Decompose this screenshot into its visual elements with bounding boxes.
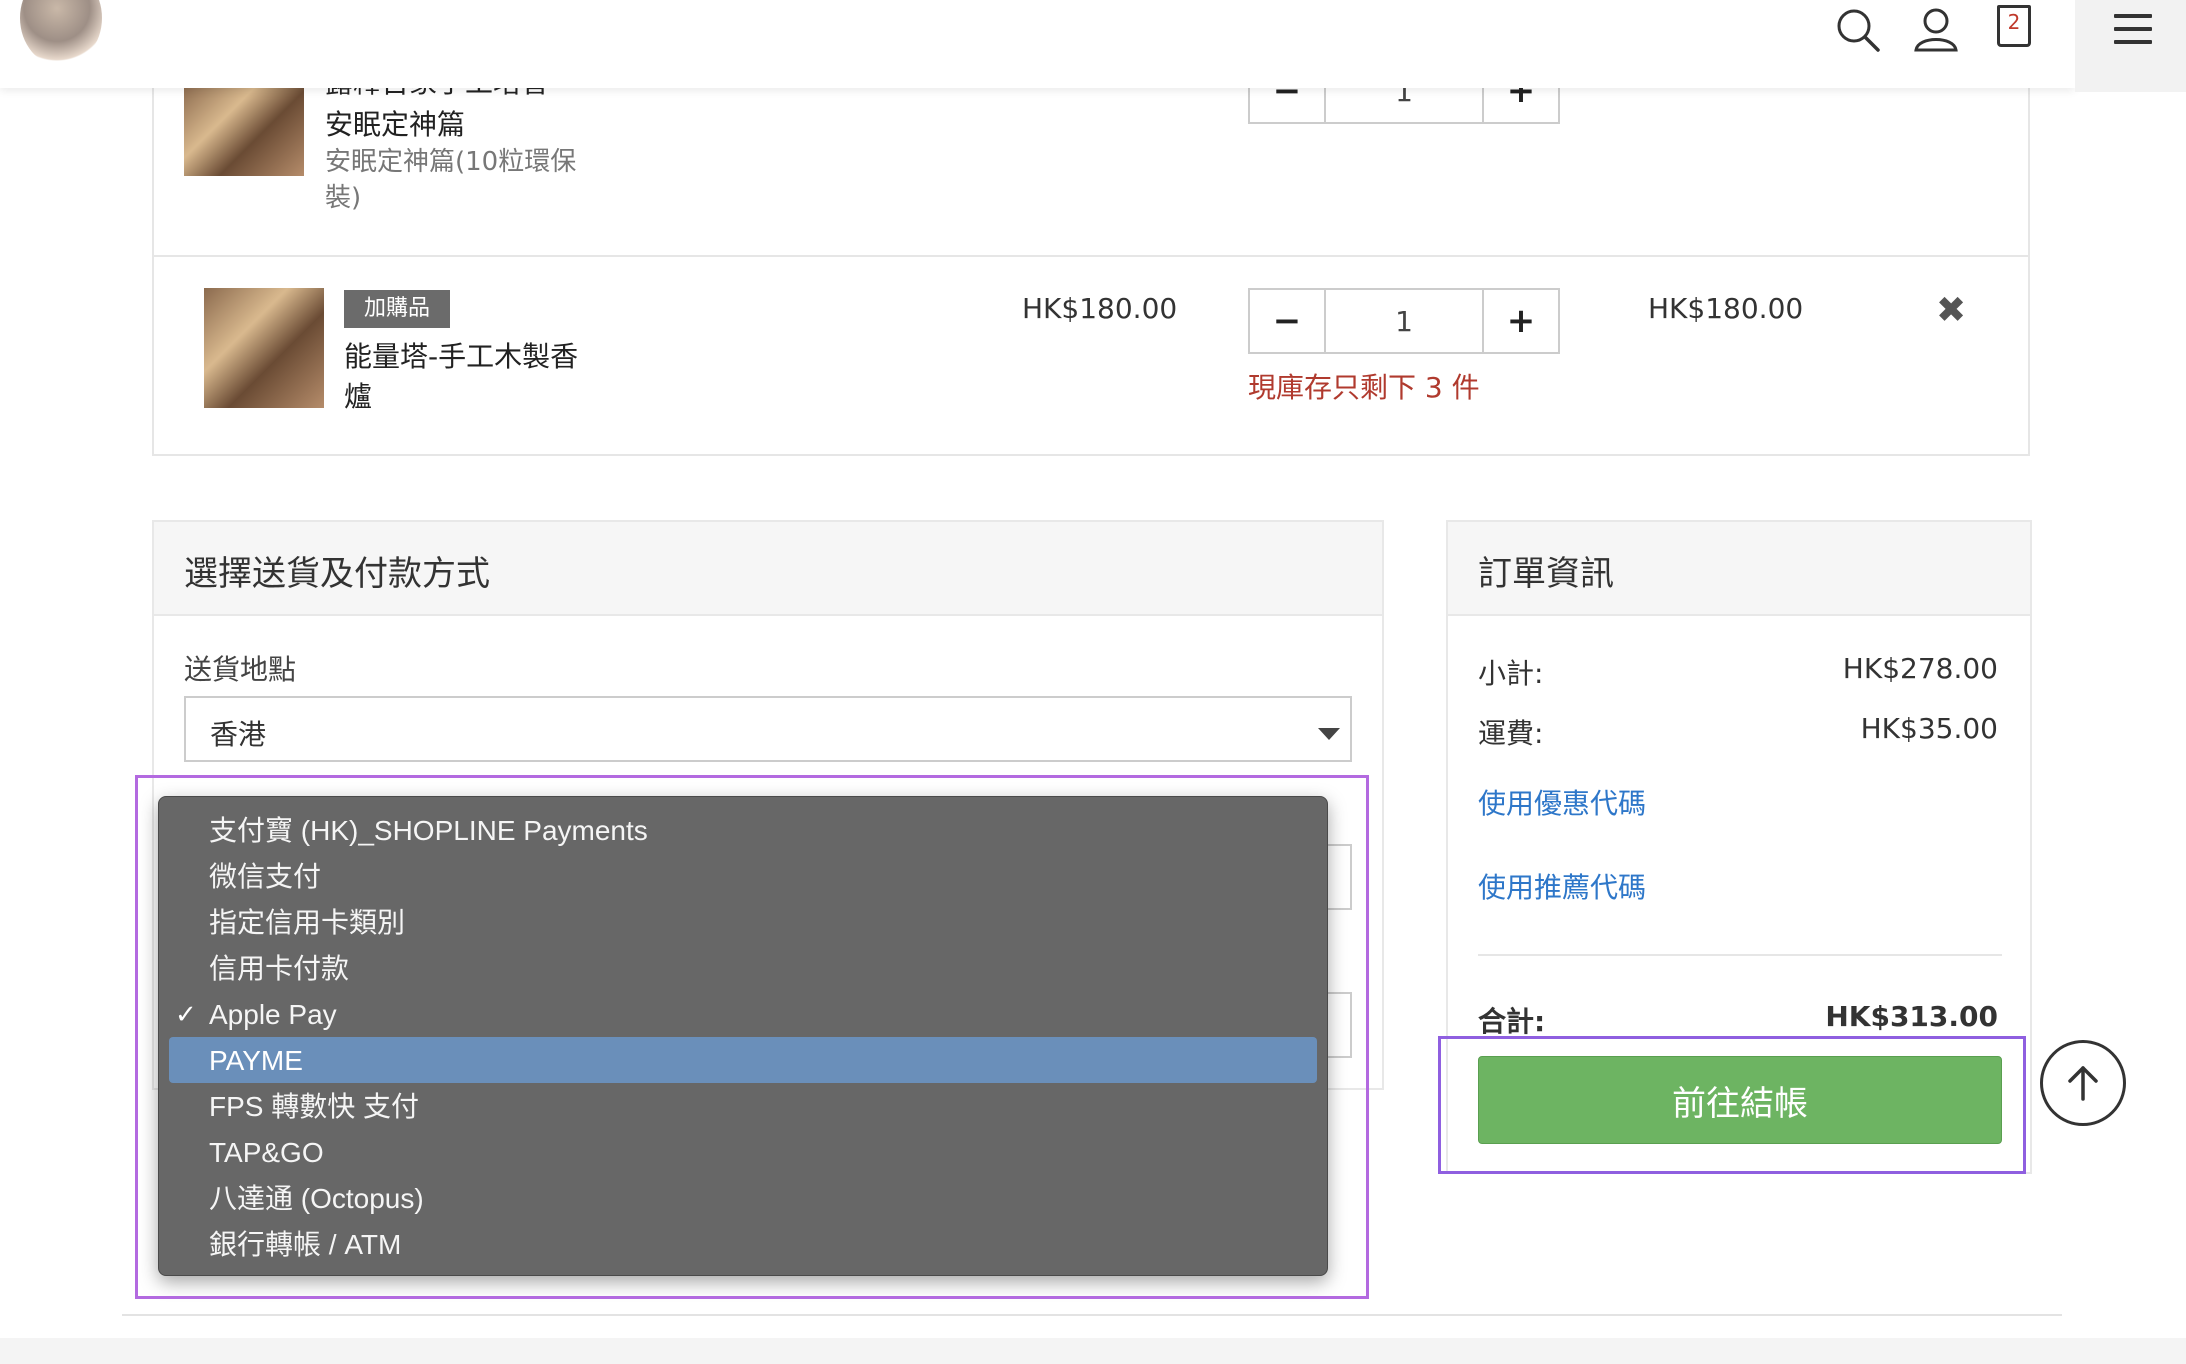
search-icon[interactable] bbox=[1834, 6, 1882, 54]
subtotal-label: 小計: bbox=[1478, 657, 1544, 690]
annotation-box-dropdown bbox=[135, 775, 1369, 1299]
stock-warning: 現庫存只剩下 3 件 bbox=[1248, 371, 1480, 404]
referral-code-link[interactable]: 使用推薦代碼 bbox=[1478, 866, 1646, 906]
product-thumbnail[interactable] bbox=[204, 288, 324, 408]
menu-icon[interactable] bbox=[2114, 14, 2152, 18]
footer-divider bbox=[122, 1314, 2062, 1316]
menu-icon-bar bbox=[2114, 40, 2152, 44]
chevron-down-icon bbox=[1318, 728, 1340, 740]
order-divider bbox=[1478, 954, 2002, 956]
unit-price: HK$180.00 bbox=[1022, 292, 1178, 325]
product-name[interactable]: 能量塔-手工木製香 bbox=[344, 338, 578, 375]
site-header bbox=[0, 0, 2075, 88]
destination-label: 送貨地點 bbox=[184, 653, 297, 686]
footer-band bbox=[0, 1338, 2186, 1364]
annotation-box-checkout bbox=[1438, 1036, 2026, 1174]
arrow-up-icon bbox=[2068, 1066, 2098, 1101]
destination-value: 香港 bbox=[210, 718, 267, 751]
product-variant: 安眠定神篇(10粒環保 bbox=[325, 147, 577, 177]
shipping-value: HK$35.00 bbox=[1860, 712, 1998, 745]
product-name-line2[interactable]: 爐 bbox=[344, 378, 372, 415]
remove-item-icon[interactable]: ✖ bbox=[1936, 290, 1966, 331]
quantity-value[interactable]: 1 bbox=[1324, 290, 1484, 352]
user-icon[interactable] bbox=[1912, 6, 1960, 54]
quantity-stepper: − 1 + bbox=[1248, 288, 1560, 354]
product-thumbnail[interactable] bbox=[184, 84, 304, 176]
total-value: HK$313.00 bbox=[1825, 1000, 1998, 1033]
total-label: 合計: bbox=[1478, 1005, 1546, 1038]
addon-tag: 加購品 bbox=[344, 290, 450, 328]
destination-select[interactable] bbox=[184, 696, 1352, 762]
product-variant-line2: 裝) bbox=[325, 183, 362, 213]
shipping-label: 運費: bbox=[1478, 717, 1544, 750]
back-to-top-button[interactable] bbox=[2040, 1040, 2126, 1126]
delivery-panel-title: 選擇送貨及付款方式 bbox=[184, 554, 490, 594]
increase-button[interactable]: + bbox=[1484, 290, 1558, 352]
decrease-button[interactable]: − bbox=[1250, 290, 1324, 352]
menu-icon-bar bbox=[2114, 27, 2152, 31]
cart-count-badge: 2 bbox=[2007, 10, 2021, 34]
product-name-line2[interactable]: 安眠定神篇 bbox=[325, 106, 465, 143]
item-subtotal: HK$180.00 bbox=[1648, 292, 1804, 325]
subtotal-value: HK$278.00 bbox=[1842, 652, 1998, 685]
coupon-code-link[interactable]: 使用優惠代碼 bbox=[1478, 782, 1646, 822]
order-panel-title: 訂單資訊 bbox=[1478, 554, 1614, 594]
row-divider bbox=[154, 255, 2028, 257]
